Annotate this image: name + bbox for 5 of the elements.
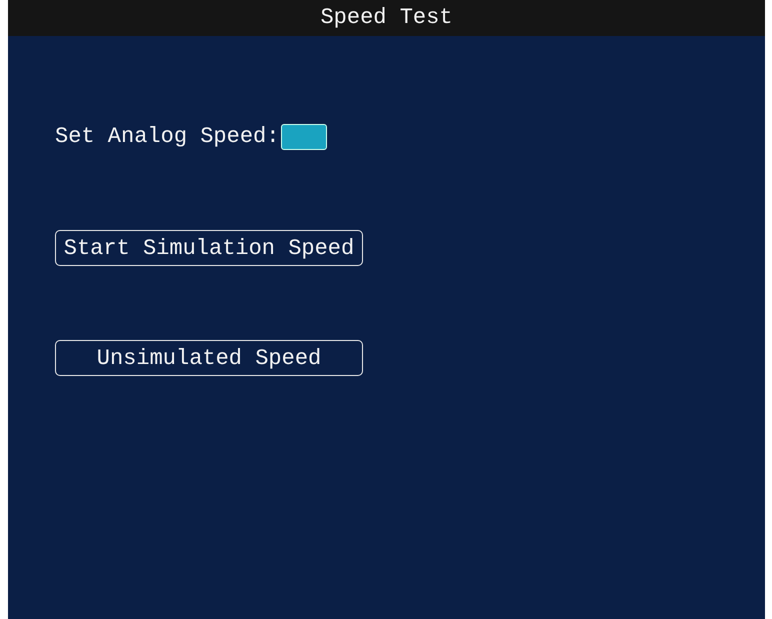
- input-field[interactable]: [281, 124, 328, 150]
- speed-button[interactable]: Start Simulation Speed: [55, 230, 363, 266]
- speed-button[interactable]: Unsimulated Speed: [55, 340, 363, 376]
- field-label: Set Analog Speed:: [55, 123, 280, 151]
- window-title: Speed Test: [320, 5, 453, 30]
